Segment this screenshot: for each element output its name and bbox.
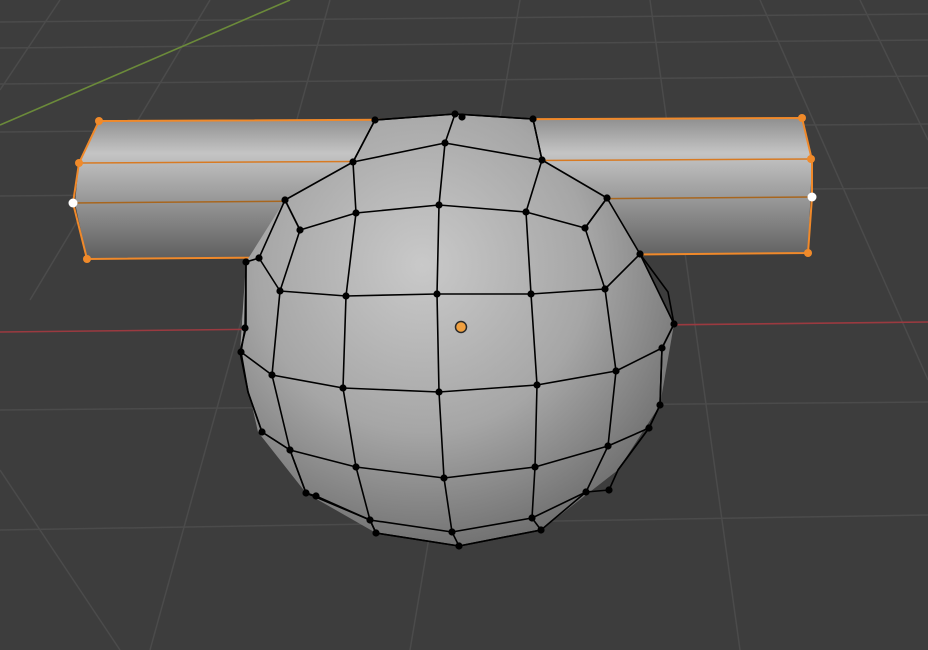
active-vertex-right[interactable] [807,192,817,202]
active-vertex-left[interactable] [68,198,78,208]
viewport-canvas[interactable] [0,0,928,650]
3d-viewport[interactable] [0,0,928,650]
object-origin-dot[interactable] [454,320,468,334]
y-axis-line [0,0,291,126]
